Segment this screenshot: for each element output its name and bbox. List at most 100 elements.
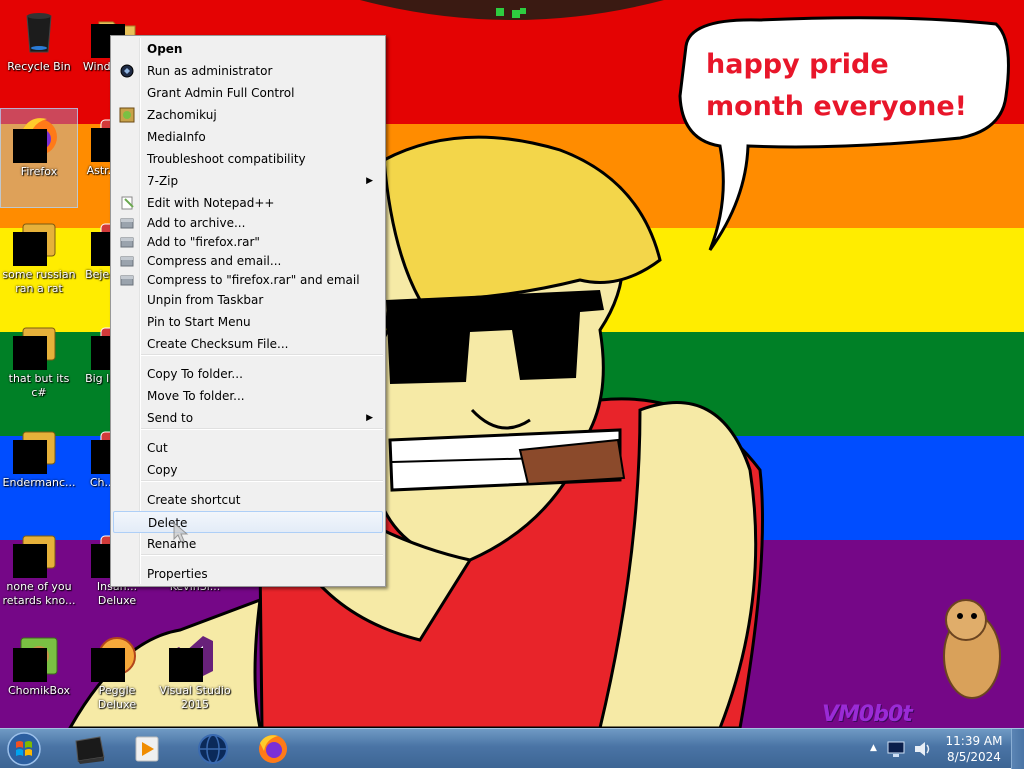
- menu-item-label: Copy To folder...: [147, 367, 243, 381]
- desktop-icon-label: some russian ran a rat: [2, 268, 76, 295]
- menu-item-label: Open: [147, 42, 183, 56]
- menu-item-label: Compress to "firefox.rar" and email: [147, 273, 360, 287]
- peggle-icon: [91, 632, 141, 682]
- desktop-icon-label: Firefox: [20, 165, 58, 178]
- desktop-icon[interactable]: Visual Studio 2015: [156, 628, 234, 728]
- menu-item-zachomikuj[interactable]: Zachomikuj: [113, 104, 383, 126]
- app-icon: [13, 528, 63, 578]
- network-icon[interactable]: [886, 739, 906, 759]
- desktop-icon-label: Recycle Bin: [7, 60, 71, 73]
- menu-item-pin-to-start-menu[interactable]: Pin to Start Menu: [113, 311, 383, 333]
- desktop-icon-label: Peggle Deluxe: [97, 684, 137, 711]
- app-icon: [13, 320, 63, 370]
- menu-item-copy-to-folder[interactable]: Copy To folder...: [113, 363, 383, 385]
- winrar-icon: [119, 253, 135, 269]
- globe-icon: [198, 734, 228, 764]
- windows-logo-icon: [7, 732, 41, 766]
- censor-box: [91, 648, 125, 682]
- menu-item-label: Create shortcut: [147, 493, 241, 507]
- menu-item-label: Create Checksum File...: [147, 337, 289, 351]
- notepad-icon: [119, 195, 135, 211]
- censor-box: [13, 648, 47, 682]
- desktop-icon-label: ChomikBox: [8, 684, 70, 697]
- taskbar-globe-button[interactable]: [184, 731, 242, 767]
- menu-item-label: Run as administrator: [147, 64, 273, 78]
- menu-item-label: Edit with Notepad++: [147, 196, 275, 210]
- menu-item-run-as-administrator[interactable]: Run as administrator: [113, 60, 383, 82]
- firefox-icon: [259, 735, 287, 763]
- desktop-icon[interactable]: Peggle Deluxe: [78, 628, 156, 728]
- menu-separator: [141, 428, 383, 430]
- menu-item-properties[interactable]: Properties: [113, 563, 383, 585]
- censor-box: [13, 129, 47, 163]
- menu-item-label: Properties: [147, 567, 208, 581]
- winrar-icon: [119, 234, 135, 250]
- context-menu: Open Run as administrator Grant Admin Full…: [110, 35, 386, 587]
- desktop-icon[interactable]: that but its c#: [0, 316, 78, 416]
- taskbar-terminal-button[interactable]: [60, 731, 118, 767]
- menu-item-mediainfo[interactable]: MediaInfo: [113, 126, 383, 148]
- menu-item-troubleshoot-compatibility[interactable]: Troubleshoot compatibility: [113, 148, 383, 170]
- chomikbox-icon: [13, 632, 63, 682]
- desktop-icon-label: Visual Studio 2015: [159, 684, 231, 711]
- menu-item-delete[interactable]: Delete: [113, 511, 383, 533]
- firefox-icon: [13, 113, 63, 163]
- volume-icon[interactable]: [912, 739, 934, 759]
- desktop[interactable]: happy pride month everyone! VM0b0t Recyc…: [0, 0, 1024, 728]
- watermark-logo: VM0b0t: [822, 702, 913, 727]
- app-icon: [13, 424, 63, 474]
- taskbar-clock[interactable]: 11:39 AM 8/5/2024: [938, 733, 1010, 765]
- menu-item-grant-admin-full-control[interactable]: Grant Admin Full Control: [113, 82, 383, 104]
- menu-item-edit-with-notepad[interactable]: Edit with Notepad++: [113, 192, 383, 214]
- menu-item-label: MediaInfo: [147, 130, 206, 144]
- desktop-icon[interactable]: Firefox: [0, 108, 78, 208]
- menu-item-cut[interactable]: Cut: [113, 437, 383, 459]
- censor-box: [13, 336, 47, 370]
- recycle-bin-icon: [15, 8, 63, 56]
- desktop-icon[interactable]: some russian ran a rat: [0, 212, 78, 312]
- taskbar: ▲ 11:39 AM 8/5/2024: [0, 728, 1024, 769]
- censor-box: [169, 648, 203, 682]
- menu-separator: [141, 554, 383, 556]
- show-desktop-button[interactable]: [1011, 729, 1024, 769]
- desktop-icon[interactable]: Recycle Bin: [0, 4, 78, 104]
- menu-item-create-checksum-file[interactable]: Create Checksum File...: [113, 333, 383, 355]
- taskbar-firefox-button[interactable]: [244, 731, 302, 767]
- desktop-icon-label: none of you retards kno...: [2, 580, 76, 607]
- menu-item-label: Copy: [147, 463, 178, 477]
- desktop-icon[interactable]: none of you retards kno...: [0, 524, 78, 624]
- menu-item-label: Grant Admin Full Control: [147, 86, 295, 100]
- speech-bubble-text: happy pride month everyone!: [706, 49, 967, 122]
- menu-item-open[interactable]: Open: [113, 38, 383, 60]
- menu-item-7-zip[interactable]: 7-Zip ▶: [113, 170, 383, 192]
- menu-item-label: Zachomikuj: [147, 108, 217, 122]
- menu-item-label: Send to: [147, 411, 194, 425]
- menu-item-unpin-from-taskbar[interactable]: Unpin from Taskbar: [113, 289, 383, 311]
- start-button[interactable]: [4, 730, 44, 768]
- menu-separator: [141, 480, 383, 482]
- menu-item-rename[interactable]: Rename: [113, 533, 383, 555]
- menu-item-create-shortcut[interactable]: Create shortcut: [113, 489, 383, 511]
- menu-item-label: Pin to Start Menu: [147, 315, 251, 329]
- clock-time: 11:39 AM: [945, 734, 1003, 748]
- menu-item-label: Cut: [147, 441, 168, 455]
- menu-item-label: 7-Zip: [147, 174, 179, 188]
- clock-date: 8/5/2024: [947, 750, 1001, 764]
- menu-item-send-to[interactable]: Send to ▶: [113, 407, 383, 429]
- menu-item-copy[interactable]: Copy: [113, 459, 383, 481]
- desktop-icon-label: that but its c#: [8, 372, 70, 399]
- winrar-icon: [119, 215, 135, 231]
- censor-box: [13, 544, 47, 578]
- desktop-icon[interactable]: Endermanc...: [0, 420, 78, 520]
- terminal-icon: [75, 736, 105, 764]
- menu-item-move-to-folder[interactable]: Move To folder...: [113, 385, 383, 407]
- show-hidden-icons-arrow[interactable]: ▲: [870, 743, 877, 753]
- app-icon: [13, 216, 63, 266]
- desktop-icon[interactable]: ChomikBox: [0, 628, 78, 728]
- menu-item-compress-to-firefox-rar-and-email[interactable]: Compress to "firefox.rar" and email: [113, 269, 383, 291]
- taskbar-media-player-button[interactable]: [118, 731, 176, 767]
- media-player-icon: [135, 736, 159, 762]
- winrar-icon: [119, 272, 135, 288]
- menu-item-label: Unpin from Taskbar: [147, 293, 264, 307]
- menu-item-label: Troubleshoot compatibility: [147, 152, 306, 166]
